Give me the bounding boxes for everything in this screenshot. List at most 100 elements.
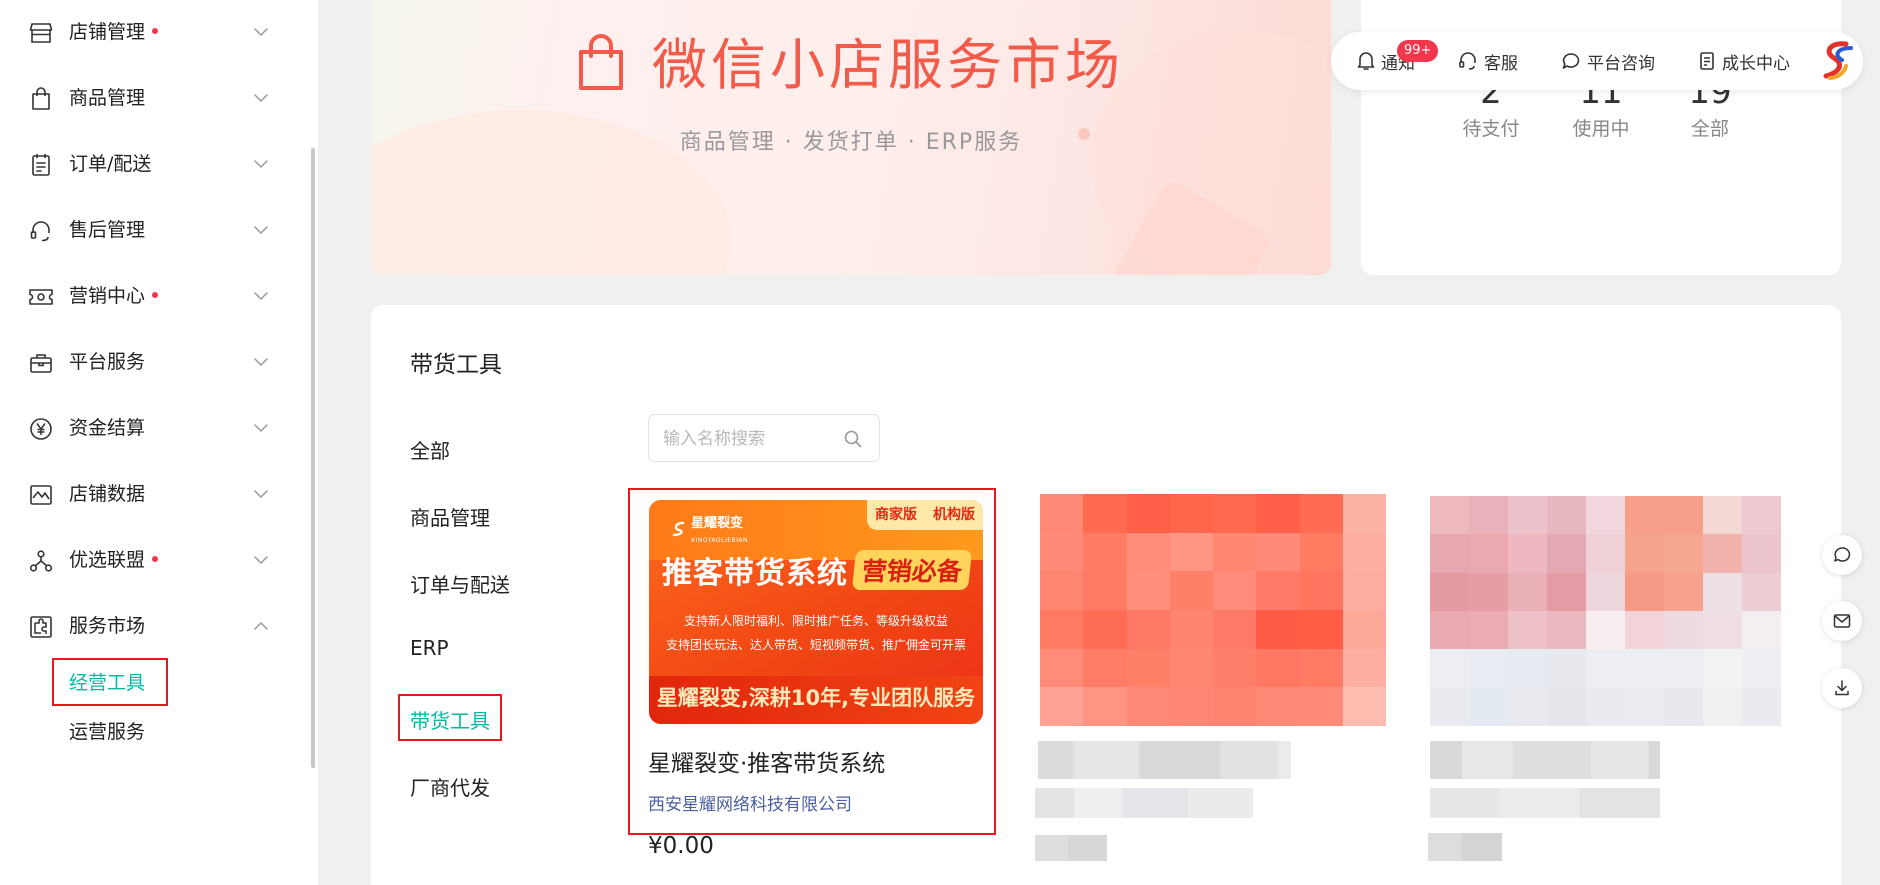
highlight-box-operation-tools [52, 658, 168, 706]
chevron-down-icon[interactable] [252, 287, 270, 305]
category-product-management[interactable]: 商品管理 [410, 502, 490, 531]
platform-consult-button[interactable]: 平台咨询 [1561, 49, 1655, 74]
pixel-block [1469, 496, 1508, 535]
pixel-block [1169, 687, 1213, 726]
sidebar-item-store-data[interactable]: 店铺数据 [0, 474, 300, 514]
growth-center-label: 成长中心 [1722, 53, 1790, 74]
network-icon [28, 549, 54, 573]
pixel-block [1703, 534, 1742, 573]
pixel-block [1299, 610, 1343, 649]
store-icon [28, 21, 54, 45]
order-stat-label: 使用中 [1572, 118, 1630, 140]
chevron-down-icon[interactable] [252, 23, 270, 41]
pixel-block [1169, 571, 1213, 610]
pixel-block [1625, 610, 1664, 650]
pixel-block [1703, 649, 1742, 688]
search-icon[interactable] [843, 429, 863, 453]
sidebar-item-fund-settlement[interactable]: 资金结算 [0, 408, 300, 448]
download-button[interactable] [1822, 668, 1862, 708]
search-input[interactable] [663, 427, 833, 451]
sidebar-item-service-market[interactable]: 服务市场 [0, 606, 300, 646]
pixel-block [1508, 687, 1547, 726]
growth-center-button[interactable]: 成长中心 [1698, 49, 1790, 74]
pixel-block [1342, 687, 1386, 726]
blurred-vendor-placeholder [1035, 788, 1253, 818]
pixel-block [1083, 532, 1127, 572]
chevron-down-icon[interactable] [252, 419, 270, 437]
product-cover-image-blurred[interactable] [1430, 496, 1781, 726]
pixel-block [1040, 648, 1084, 688]
document-icon [1700, 52, 1714, 70]
sidebar-item-marketing[interactable]: 营销中心 [0, 276, 300, 316]
order-stat-label: 待支付 [1462, 118, 1520, 140]
product-cover-image-blurred[interactable] [1040, 494, 1386, 726]
pixel-block [1469, 649, 1508, 688]
category-erp[interactable]: ERP [410, 636, 449, 660]
puzzle-icon [28, 615, 54, 639]
pixel-block [1742, 572, 1781, 611]
chevron-down-icon[interactable] [252, 485, 270, 503]
message-button[interactable] [1822, 601, 1862, 641]
pixel-block [1430, 496, 1469, 535]
blurred-vendor-placeholder [1430, 788, 1660, 818]
sidebar-item-label: 售后管理 [69, 219, 146, 241]
pixel-block [1469, 572, 1508, 611]
pixel-block [1508, 610, 1547, 650]
notification-dot [152, 556, 159, 562]
pixel-block [1508, 572, 1547, 611]
sidebar-item-product[interactable]: 商品管理 [0, 78, 300, 118]
shopping-bag-icon [28, 87, 54, 111]
pixel-block [1625, 649, 1664, 688]
pixel-block [1299, 648, 1343, 688]
pixel-block [1547, 534, 1586, 573]
highlight-box-sales-tools [398, 694, 502, 741]
sidebar-item-store[interactable]: 店铺管理 [0, 12, 300, 52]
pixel-block [1586, 649, 1625, 688]
briefcase-icon [28, 351, 54, 375]
sidebar-item-platform-service[interactable]: 平台服务 [0, 342, 300, 382]
headset-icon [1459, 52, 1476, 70]
download-icon [1835, 680, 1849, 696]
pixel-block [1256, 571, 1300, 610]
pixel-block [1586, 572, 1625, 611]
sidebar-item-selection-alliance[interactable]: 优选联盟 [0, 540, 300, 580]
blurred-price-placeholder [1035, 835, 1107, 861]
sidebar-item-after-sales[interactable]: 售后管理 [0, 210, 300, 250]
pixel-block [1508, 649, 1547, 688]
pixel-block [1430, 572, 1469, 611]
pixel-block [1469, 610, 1508, 650]
feedback-chat-button[interactable] [1822, 535, 1862, 575]
pixel-block [1625, 572, 1664, 611]
pixel-block [1664, 572, 1703, 611]
chevron-down-icon[interactable] [252, 221, 270, 239]
category-all[interactable]: 全部 [410, 435, 450, 464]
pixel-block [1430, 649, 1469, 688]
customer-service-button[interactable]: 客服 [1458, 49, 1518, 74]
pixel-block [1256, 494, 1300, 533]
pixel-block [1256, 687, 1300, 726]
category-order-delivery[interactable]: 订单与配送 [410, 569, 510, 598]
sidebar-subitem-operation-service[interactable]: 运营服务 [69, 720, 145, 744]
order-list-icon [28, 153, 54, 177]
pixel-block [1126, 687, 1170, 726]
user-avatar-logo[interactable] [1818, 38, 1858, 82]
pixel-block [1547, 649, 1586, 688]
sidebar-scrollbar[interactable] [311, 148, 315, 768]
pixel-block [1083, 648, 1127, 688]
chevron-down-icon[interactable] [252, 155, 270, 173]
pixel-block [1703, 687, 1742, 726]
sidebar-item-order-delivery[interactable]: 订单/配送 [0, 144, 300, 184]
chevron-down-icon[interactable] [252, 551, 270, 569]
sidebar-item-label: 优选联盟 [69, 549, 146, 571]
pixel-block [1126, 571, 1170, 610]
pixel-block [1126, 648, 1170, 688]
chevron-up-icon[interactable] [252, 617, 270, 635]
pixel-block [1213, 571, 1257, 610]
pixel-block [1625, 496, 1664, 535]
category-manufacturer-dropship[interactable]: 厂商代发 [410, 772, 490, 801]
chevron-down-icon[interactable] [252, 353, 270, 371]
chevron-down-icon[interactable] [252, 89, 270, 107]
pixel-block [1742, 610, 1781, 650]
pixel-block [1126, 610, 1170, 649]
pixel-block [1664, 534, 1703, 573]
